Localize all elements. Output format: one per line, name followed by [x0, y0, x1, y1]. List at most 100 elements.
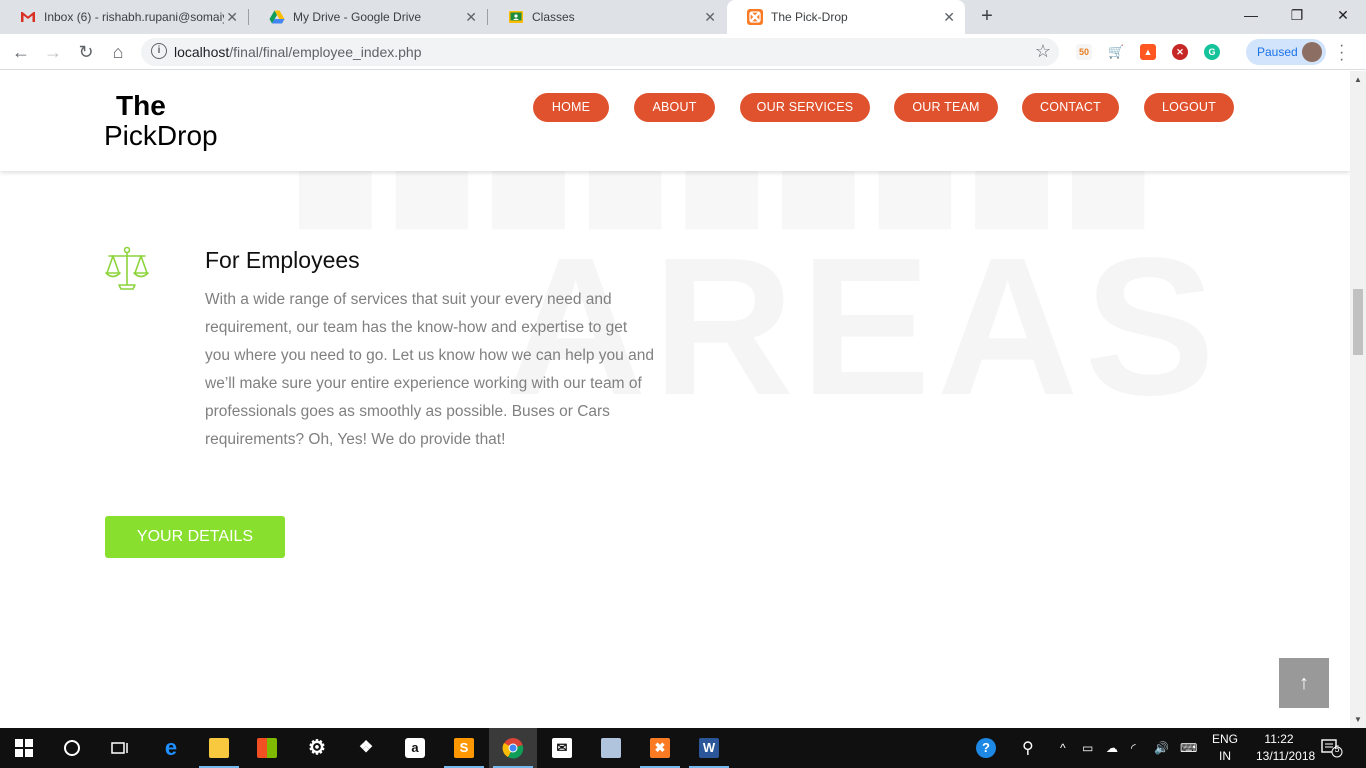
scrollbar-thumb[interactable] — [1353, 289, 1363, 355]
extension-50-icon[interactable]: 50 — [1076, 44, 1092, 60]
site-logo-line2[interactable]: PickDrop — [104, 121, 218, 151]
settings-icon: ⚙ — [308, 737, 326, 759]
close-icon[interactable]: ✕ — [226, 9, 238, 25]
browser-tab-strip: Inbox (6) - rishabh.rupani@somaiya.edu ✕… — [0, 0, 1366, 34]
language-code: ENG — [1211, 732, 1238, 746]
url-text[interactable]: localhost/final/final/employee_index.php — [174, 44, 422, 60]
forward-arrow-icon[interactable]: → — [41, 40, 65, 64]
home-icon[interactable]: ⌂ — [106, 40, 130, 64]
url-host: localhost — [174, 44, 230, 60]
arrow-up-icon: ↑ — [1299, 672, 1309, 694]
people-icon[interactable]: ⚲ — [1022, 728, 1034, 768]
window-close-button[interactable]: ✕ — [1320, 0, 1366, 30]
nav-home-button[interactable]: HOME — [533, 93, 609, 122]
close-icon[interactable]: ✕ — [943, 9, 955, 25]
scales-icon — [105, 246, 149, 290]
edge-icon: e — [164, 735, 178, 760]
address-bar[interactable]: i localhost/final/final/employee_index.p… — [141, 38, 1059, 66]
wifi-icon[interactable]: ◜ — [1131, 728, 1136, 768]
file-explorer-app[interactable] — [195, 728, 243, 768]
tab-classes[interactable]: Classes ✕ — [488, 0, 726, 34]
volume-icon[interactable]: 🔊 — [1154, 728, 1169, 768]
keyboard-icon[interactable]: ⌨ — [1180, 728, 1197, 768]
info-icon[interactable]: i — [151, 43, 167, 59]
tab-title: Inbox (6) - rishabh.rupani@somaiya.edu — [44, 10, 224, 24]
close-icon[interactable]: ✕ — [704, 9, 716, 25]
url-path: /final/final/employee_index.php — [229, 44, 422, 60]
photos-icon — [601, 738, 621, 758]
back-to-top-button[interactable]: ↑ — [1279, 658, 1329, 708]
scroll-up-arrow-icon[interactable]: ▲ — [1354, 75, 1362, 84]
minimize-button[interactable]: — — [1228, 0, 1274, 30]
google-classroom-icon — [509, 11, 523, 23]
onedrive-icon[interactable]: ☁ — [1106, 728, 1118, 768]
chrome-icon — [502, 738, 524, 759]
your-details-button[interactable]: YOUR DETAILS — [105, 516, 285, 558]
restore-button[interactable]: ❐ — [1274, 0, 1320, 30]
store-icon — [257, 738, 277, 758]
clock-date: 13/11/2018 — [1256, 749, 1316, 763]
nav-our-services-button[interactable]: OUR SERVICES — [740, 93, 870, 122]
amazon-icon: a — [405, 738, 425, 758]
new-tab-button[interactable]: + — [976, 5, 998, 27]
chevron-up-icon[interactable]: ^ — [1060, 728, 1066, 768]
edge-app[interactable]: e — [147, 728, 195, 768]
system-clock[interactable]: 11:22 13/11/2018 — [1256, 731, 1316, 765]
nav-logout-button[interactable]: LOGOUT — [1144, 93, 1234, 122]
scroll-down-arrow-icon[interactable]: ▼ — [1354, 715, 1362, 724]
dropbox-app[interactable]: ❖ — [342, 728, 390, 768]
windows-logo-icon — [15, 739, 33, 757]
start-button[interactable] — [0, 728, 48, 768]
shopping-cart-icon[interactable]: 🛒 — [1108, 44, 1124, 60]
google-drive-icon — [269, 10, 285, 24]
site-logo-line1[interactable]: The — [116, 91, 166, 121]
help-badge: ? — [976, 738, 996, 758]
page-scrollbar[interactable]: ▲ ▼ — [1350, 71, 1366, 728]
xampp-app[interactable]: ✖ — [636, 728, 684, 768]
mail-app[interactable]: ✉ — [538, 728, 586, 768]
section-description: With a wide range of services that suit … — [205, 291, 654, 448]
tab-inbox[interactable]: Inbox (6) - rishabh.rupani@somaiya.edu ✕ — [0, 0, 248, 34]
profile-button[interactable]: Paused — [1246, 39, 1326, 65]
grammarly-icon[interactable]: G — [1204, 44, 1220, 60]
search-button[interactable] — [48, 728, 96, 768]
close-icon[interactable]: ✕ — [465, 9, 477, 25]
tab-title: My Drive - Google Drive — [293, 10, 422, 24]
page-viewport: AREAS ■■■■■■■■■ The PickDrop HOME ABOUT … — [0, 71, 1350, 728]
language-indicator[interactable]: ENG IN — [1210, 731, 1240, 765]
reload-icon[interactable]: ↻ — [74, 40, 98, 64]
chrome-app[interactable] — [489, 728, 537, 768]
sublime-text-icon: S — [454, 738, 474, 758]
back-arrow-icon[interactable]: ← — [9, 40, 33, 64]
tab-title: The Pick-Drop — [771, 10, 848, 24]
nav-our-team-button[interactable]: OUR TEAM — [894, 93, 998, 122]
mail-icon: ✉ — [552, 738, 572, 758]
photos-app[interactable] — [587, 728, 635, 768]
xampp-icon: ✖ — [650, 738, 670, 758]
nav-about-button[interactable]: ABOUT — [634, 93, 715, 122]
word-icon: W — [699, 738, 719, 758]
settings-app[interactable]: ⚙ — [293, 728, 341, 768]
store-app[interactable] — [243, 728, 291, 768]
tab-title: Classes — [532, 10, 575, 24]
amazon-app[interactable]: a — [391, 728, 439, 768]
tab-my-drive[interactable]: My Drive - Google Drive ✕ — [249, 0, 487, 34]
sublime-text-app[interactable]: S — [440, 728, 488, 768]
language-region: IN — [1219, 749, 1231, 763]
bookmark-star-icon[interactable]: ☆ — [1035, 41, 1051, 62]
file-explorer-icon — [209, 738, 229, 758]
tab-pick-drop[interactable]: The Pick-Drop ✕ — [727, 0, 965, 34]
browser-toolbar: ← → ↻ ⌂ i localhost/final/final/employee… — [0, 34, 1366, 70]
help-icon[interactable]: ? — [976, 728, 996, 768]
word-app[interactable]: W — [685, 728, 733, 768]
battery-icon[interactable]: ▭ — [1082, 728, 1093, 768]
notification-count: 5 — [1334, 744, 1340, 754]
avatar — [1302, 42, 1322, 62]
site-header: The PickDrop HOME ABOUT OUR SERVICES OUR… — [0, 71, 1350, 171]
extension-block-icon[interactable]: ✕ — [1172, 44, 1188, 60]
task-view-button[interactable] — [96, 728, 144, 768]
nav-contact-button[interactable]: CONTACT — [1022, 93, 1119, 122]
action-center-button[interactable]: 5 — [1320, 738, 1344, 758]
extension-lock-icon[interactable]: ▲ — [1140, 44, 1156, 60]
more-menu-icon[interactable]: · · · — [1339, 38, 1344, 68]
